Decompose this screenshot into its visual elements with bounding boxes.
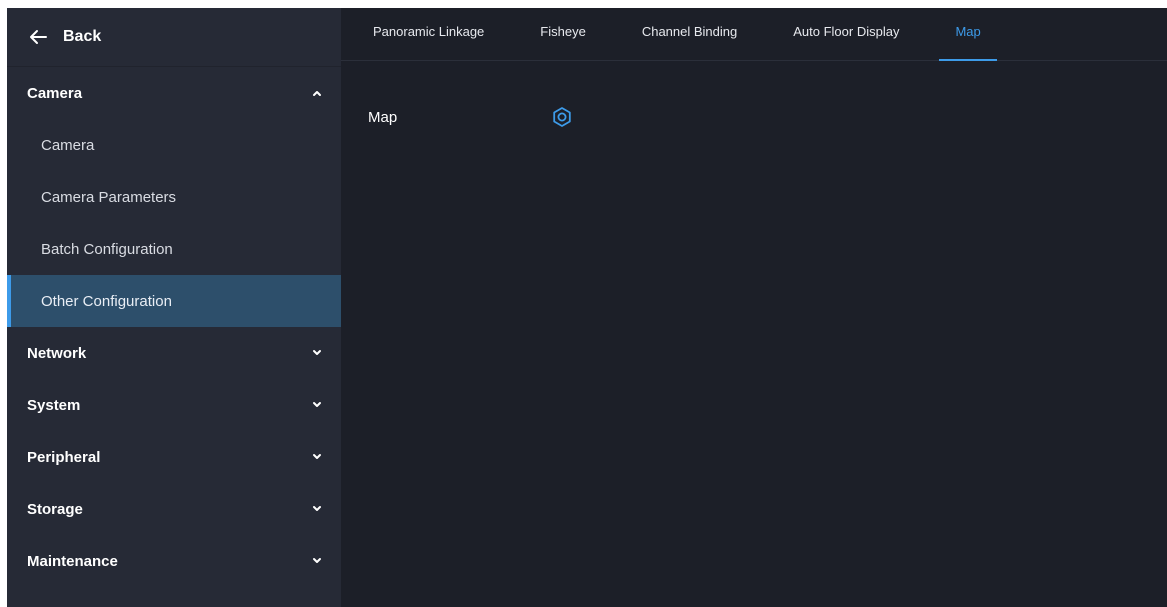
sidebar-item-camera[interactable]: Camera	[7, 119, 341, 171]
chevron-down-icon	[311, 555, 323, 567]
sidebar-group-camera[interactable]: Camera	[7, 67, 341, 119]
sidebar-group-storage[interactable]: Storage	[7, 483, 341, 535]
tab-bar: Panoramic Linkage Fisheye Channel Bindin…	[341, 8, 1167, 61]
map-field-label: Map	[368, 108, 398, 126]
sidebar-group-label: Camera	[27, 84, 83, 102]
tab-label: Fisheye	[540, 23, 586, 39]
sidebar-group-label: Network	[27, 344, 87, 362]
tab-map[interactable]: Map	[939, 8, 998, 61]
chevron-down-icon	[311, 503, 323, 515]
tab-label: Map	[955, 23, 981, 39]
sidebar-item-other-configuration[interactable]: Other Configuration	[7, 275, 341, 327]
settings-hexagon-icon[interactable]	[551, 106, 573, 128]
tab-label: Auto Floor Display	[793, 23, 900, 39]
chevron-down-icon	[311, 399, 323, 411]
tab-fisheye[interactable]: Fisheye	[524, 8, 602, 60]
tab-panoramic-linkage[interactable]: Panoramic Linkage	[357, 8, 500, 60]
sidebar-group-system[interactable]: System	[7, 379, 341, 431]
tab-label: Panoramic Linkage	[373, 23, 485, 39]
sidebar-item-label: Camera Parameters	[41, 188, 177, 206]
sidebar-group-label: Maintenance	[27, 552, 118, 570]
sidebar: Back Camera Camera Camera Parameters Bat…	[7, 8, 341, 607]
tab-label: Channel Binding	[641, 23, 738, 39]
tab-auto-floor-display[interactable]: Auto Floor Display	[777, 8, 915, 60]
sidebar-item-batch-configuration[interactable]: Batch Configuration	[7, 223, 341, 275]
chevron-down-icon	[311, 347, 323, 359]
main-panel: Panoramic Linkage Fisheye Channel Bindin…	[341, 8, 1167, 607]
map-settings-row: Map	[341, 61, 1167, 128]
arrow-left-icon	[27, 26, 49, 48]
sidebar-item-label: Camera	[41, 136, 95, 154]
sidebar-group-label: Storage	[27, 500, 83, 518]
sidebar-item-camera-parameters[interactable]: Camera Parameters	[7, 171, 341, 223]
back-label: Back	[63, 28, 102, 45]
settings-window: Back Camera Camera Camera Parameters Bat…	[7, 8, 1167, 607]
sidebar-group-maintenance[interactable]: Maintenance	[7, 535, 341, 587]
tab-channel-binding[interactable]: Channel Binding	[626, 8, 753, 60]
sidebar-group-label: Peripheral	[27, 448, 101, 466]
back-button[interactable]: Back	[7, 8, 341, 67]
sidebar-group-peripheral[interactable]: Peripheral	[7, 431, 341, 483]
sidebar-group-network[interactable]: Network	[7, 327, 341, 379]
chevron-up-icon	[311, 87, 323, 99]
sidebar-group-label: System	[27, 396, 81, 414]
sidebar-item-label: Batch Configuration	[41, 240, 173, 258]
sidebar-item-label: Other Configuration	[41, 292, 172, 310]
chevron-down-icon	[311, 451, 323, 463]
